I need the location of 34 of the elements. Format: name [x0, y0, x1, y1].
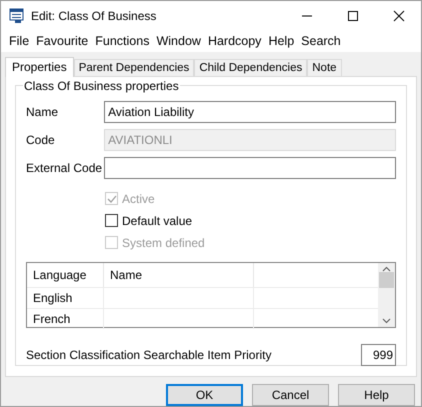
checkbox-label: Default value — [122, 212, 192, 230]
menu-item[interactable]: Search — [298, 32, 344, 52]
close-icon[interactable] — [393, 10, 405, 22]
maximize-icon[interactable] — [347, 10, 359, 22]
window-icon — [9, 8, 25, 24]
tab[interactable]: Note — [307, 58, 342, 76]
column-header[interactable]: Language — [27, 262, 104, 287]
field-label: Name — [26, 104, 60, 121]
tab[interactable]: Child Dependencies — [194, 58, 308, 76]
table-cell-text: English — [33, 290, 72, 307]
menu-item[interactable]: Hardcopy — [204, 32, 264, 52]
table-cell-text: French — [33, 310, 70, 328]
checkbox[interactable] — [105, 214, 118, 228]
field-label: Code — [26, 132, 56, 149]
menu-item[interactable]: File — [6, 32, 32, 52]
menu-item[interactable]: Window — [153, 32, 204, 52]
dialog-button[interactable]: Help — [338, 384, 415, 406]
dialog-button[interactable]: Cancel — [252, 384, 329, 406]
column-header[interactable]: Name — [104, 262, 254, 287]
checkbox-label: Active — [122, 190, 155, 208]
priority-field[interactable]: 999 — [361, 344, 396, 366]
tab[interactable]: Properties — [5, 56, 74, 77]
checkbox-label: System defined — [122, 234, 205, 252]
tab[interactable]: Parent Dependencies — [74, 58, 194, 76]
menu-item[interactable]: Help — [265, 32, 298, 52]
scrollbar[interactable] — [378, 262, 395, 327]
field-label: External Code — [26, 160, 104, 177]
input-field[interactable]: Aviation Liability — [104, 100, 396, 123]
menu-item[interactable]: Favourite — [33, 32, 92, 52]
priority-label: Section Classification Searchable Item Priority — [26, 346, 272, 364]
window-title: Edit: Class Of Business — [31, 8, 156, 26]
menu-item[interactable]: Functions — [92, 32, 152, 52]
dialog-button[interactable]: OK — [166, 384, 243, 406]
input-field[interactable] — [104, 156, 396, 179]
